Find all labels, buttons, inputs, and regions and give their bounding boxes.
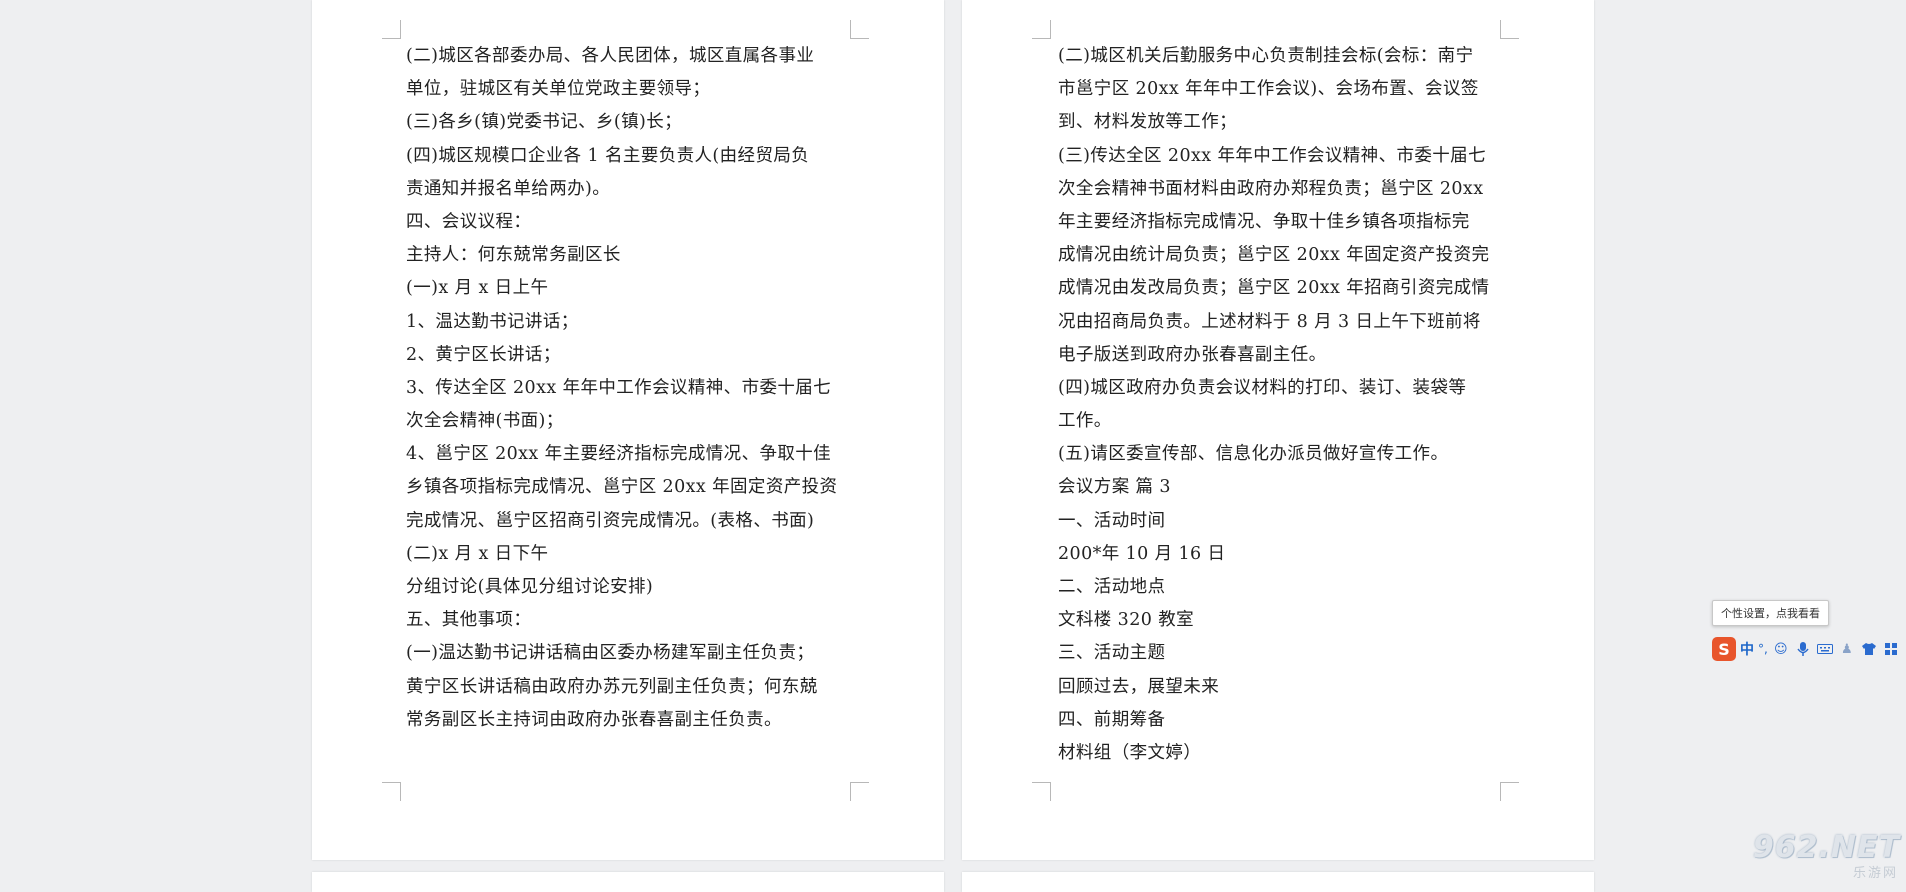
text-line: (一)温达勤书记讲话稿由区委办杨建军副主任负责； — [406, 643, 815, 664]
text-line: 工作。 — [1058, 411, 1112, 432]
text-line: 四、前期筹备 — [1058, 709, 1166, 730]
grid-icon[interactable] — [1882, 640, 1900, 658]
text-line: 常务副区长主持词由政府办张春喜副主任负责。 — [406, 709, 782, 730]
text-line: 乡镇各项指标完成情况、邕宁区 20xx 年固定资产投资 — [406, 477, 838, 498]
watermark-subtitle: 乐游网 — [1852, 866, 1898, 881]
watermark-brand: 962.NET — [1752, 830, 1900, 865]
page-corner-mark — [850, 20, 869, 39]
text-line: 回顾过去，展望未来 — [1058, 676, 1220, 697]
sogou-logo-icon[interactable]: S — [1712, 637, 1736, 661]
document-page-right: (二)城区机关后勤服务中心负责制挂会标(会标：南宁 市邕宁区 20xx 年年中工作… — [962, 0, 1594, 860]
text-line: (二)城区各部委办局、各人民团体，城区直属各事业 — [406, 46, 815, 66]
text-line: 分组讨论(具体见分组讨论安排) — [406, 577, 654, 597]
text-line: 主持人：何东兢常务副区长 — [406, 245, 621, 266]
page-corner-mark — [1032, 20, 1051, 39]
text-line: 2、黄宁区长讲话； — [406, 344, 561, 365]
text-line: 责通知并报名单给两办)。 — [406, 178, 611, 199]
text-line: 1、温达勤书记讲话； — [406, 311, 579, 332]
text-line: (二)x 月 x 日下午 — [406, 543, 549, 564]
ime-toolbar[interactable]: S 中 °, ☺ ♟ — [1712, 635, 1906, 663]
page-corner-mark — [382, 20, 401, 39]
text-line: 完成情况、邕宁区招商引资完成情况。(表格、书面) — [406, 510, 815, 531]
text-line: 一、活动时间 — [1058, 510, 1166, 531]
site-watermark: 962.NET 乐游网 — [1753, 826, 1906, 881]
text-line: 年主要经济指标完成情况、争取十佳乡镇各项指标完 — [1058, 211, 1470, 232]
page-corner-mark — [1032, 782, 1051, 801]
text-line: 二、活动地点 — [1058, 577, 1166, 597]
text-line: (四)城区规模口企业各 1 名主要负责人(由经贸局负 — [406, 145, 810, 166]
ime-mode-toggle[interactable]: 中 — [1740, 639, 1754, 659]
document-page-left: (二)城区各部委办局、各人民团体，城区直属各事业 单位，驻城区有关单位党政主要领导… — [312, 0, 944, 860]
text-line: 会议方案 篇 3 — [1058, 477, 1171, 498]
text-line: (二)城区机关后勤服务中心负责制挂会标(会标：南宁 — [1058, 46, 1474, 66]
microphone-icon[interactable] — [1794, 640, 1812, 658]
page-corner-mark — [1500, 782, 1519, 801]
shirt-icon[interactable] — [1860, 640, 1878, 658]
text-line: 电子版送到政府办张春喜副主任。 — [1058, 344, 1327, 365]
text-line: 五、其他事项： — [406, 610, 532, 631]
text-line: (三)各乡(镇)党委书记、乡(镇)长； — [406, 112, 683, 133]
text-line: 单位，驻城区有关单位党政主要领导； — [406, 79, 711, 100]
text-line: 到、材料发放等工作； — [1058, 112, 1237, 133]
page-corner-mark — [382, 782, 401, 801]
text-line: (五)请区委宣传部、信息化办派员做好宣传工作。 — [1058, 444, 1449, 465]
text-line: 市邕宁区 20xx 年年中工作会议)、会场布置、会议签 — [1058, 79, 1479, 100]
text-line: 况由招商局负责。上述材料于 8 月 3 日上午下班前将 — [1058, 311, 1481, 332]
smile-icon[interactable]: ☺ — [1772, 640, 1790, 658]
next-page-right — [962, 872, 1594, 892]
text-line: 文科楼 320 教室 — [1058, 610, 1195, 631]
text-line: 次全会精神书面材料由政府办郑程负责；邕宁区 20xx — [1058, 178, 1484, 199]
ime-punctuation-toggle[interactable]: °, — [1758, 642, 1768, 656]
text-line: 成情况由发改局负责；邕宁区 20xx 年招商引资完成情 — [1058, 278, 1490, 299]
user-icon[interactable]: ♟ — [1838, 640, 1856, 658]
page-text-left[interactable]: (二)城区各部委办局、各人民团体，城区直属各事业 单位，驻城区有关单位党政主要领导… — [406, 40, 866, 737]
text-line: 三、活动主题 — [1058, 643, 1166, 664]
page-corner-mark — [1500, 20, 1519, 39]
text-line: 3、传达全区 20xx 年年中工作会议精神、市委十届七 — [406, 377, 832, 398]
text-line: (三)传达全区 20xx 年年中工作会议精神、市委十届七 — [1058, 145, 1486, 166]
text-line: 200*年 10 月 16 日 — [1058, 543, 1226, 564]
keyboard-icon[interactable] — [1816, 640, 1834, 658]
text-line: 次全会精神(书面)； — [406, 411, 564, 432]
page-corner-mark — [850, 782, 869, 801]
text-line: 4、邕宁区 20xx 年主要经济指标完成情况、争取十佳 — [406, 444, 832, 465]
text-line: 成情况由统计局负责；邕宁区 20xx 年固定资产投资完 — [1058, 245, 1490, 266]
next-page-left — [312, 872, 944, 892]
text-line: (四)城区政府办负责会议材料的打印、装订、装袋等 — [1058, 377, 1467, 398]
text-line: 四、会议议程： — [406, 211, 532, 232]
text-line: 黄宁区长讲话稿由政府办苏元列副主任负责；何东兢 — [406, 676, 818, 697]
page-text-right[interactable]: (二)城区机关后勤服务中心负责制挂会标(会标：南宁 市邕宁区 20xx 年年中工作… — [1058, 40, 1518, 770]
text-line: 材料组（李文婷） — [1058, 742, 1202, 763]
ime-tooltip: 个性设置，点我看看 — [1712, 600, 1829, 626]
text-line: (一)x 月 x 日上午 — [406, 278, 549, 299]
